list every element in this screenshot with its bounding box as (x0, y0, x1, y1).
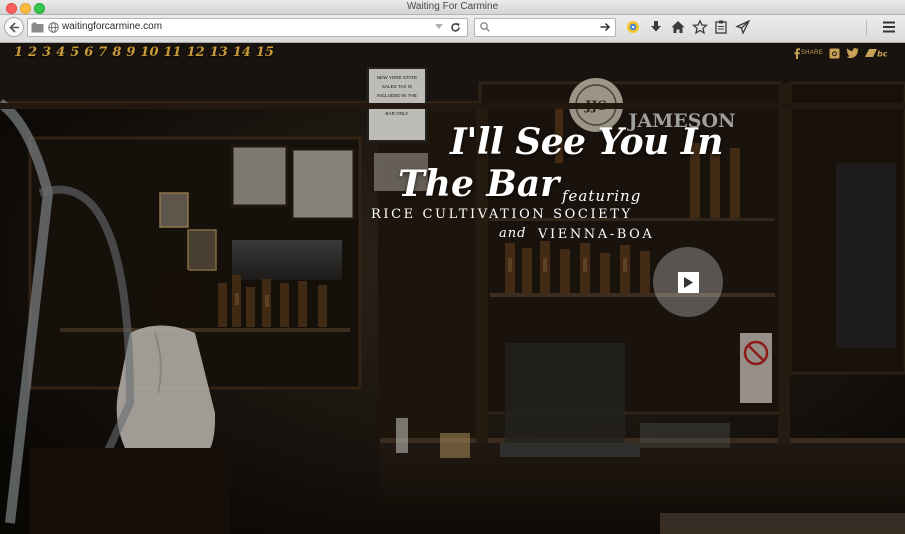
facebook-share-link[interactable]: SHARE (794, 47, 823, 59)
bandcamp-link[interactable]: bc (865, 48, 887, 58)
and-label: and (499, 226, 527, 241)
svg-text:bc: bc (877, 50, 887, 59)
search-go-arrow-icon[interactable] (600, 22, 611, 32)
chapter-link-9[interactable]: 9 (126, 45, 135, 63)
globe-icon[interactable] (48, 22, 59, 33)
play-video-button[interactable] (653, 247, 723, 317)
url-text[interactable]: waitingforcarmine.com (62, 21, 162, 32)
headline-title-line-2: The Bar (398, 163, 560, 205)
window-title: Waiting For Carmine (406, 1, 499, 12)
chapter-link-11[interactable]: 11 (164, 45, 182, 63)
play-button-inner[interactable] (678, 272, 699, 293)
reading-list-icon[interactable] (713, 19, 729, 35)
chapter-link-5[interactable]: 5 (70, 45, 79, 63)
chapter-link-12[interactable]: 12 (187, 45, 205, 63)
chapter-link-8[interactable]: 8 (112, 45, 121, 63)
chapter-link-10[interactable]: 10 (140, 45, 158, 63)
twitter-link[interactable] (846, 48, 859, 58)
chapter-link-15[interactable]: 15 (256, 45, 274, 63)
bookmark-star-icon[interactable] (692, 19, 708, 35)
search-bar[interactable] (474, 18, 616, 37)
window-titlebar: Waiting For Carmine (0, 0, 905, 15)
reload-icon[interactable] (450, 22, 461, 33)
bar-background-image: NEW YORK STATESALES TAX IS INCLUDED IN T… (0, 43, 905, 534)
featuring-label: featuring (562, 187, 642, 205)
back-arrow-icon (9, 22, 19, 33)
search-input[interactable] (493, 20, 597, 36)
downloads-icon[interactable] (648, 19, 664, 35)
artist-name-2: VIENNA-BOA (538, 227, 655, 242)
page-content: NEW YORK STATE SALES TAX IS INCLUDED IN T… (0, 43, 905, 534)
chapter-link-4[interactable]: 4 (56, 45, 65, 63)
share-label: SHARE (800, 50, 823, 56)
twitter-icon (846, 48, 859, 58)
chapter-link-3[interactable]: 3 (42, 45, 51, 63)
back-button[interactable] (4, 17, 24, 37)
hamburger-menu-icon[interactable] (881, 19, 897, 35)
artist-name-1: RICE CULTIVATION SOCIETY (371, 207, 633, 222)
instagram-link[interactable] (829, 48, 840, 59)
instagram-icon (829, 48, 840, 58)
chapter-link-14[interactable]: 14 (233, 45, 251, 63)
address-bar[interactable]: waitingforcarmine.com (27, 18, 468, 37)
chapter-nav: 1 2 3 4 5 6 7 8 9 10 11 12 13 14 15 (14, 45, 274, 63)
bandcamp-icon: bc (865, 49, 887, 59)
chapter-link-7[interactable]: 7 (98, 45, 107, 63)
tab-groups-icon[interactable] (31, 22, 44, 33)
chapter-link-2[interactable]: 2 (28, 45, 37, 63)
home-icon[interactable] (670, 19, 686, 35)
browser-toolbar: waitingforcarmine.com (0, 15, 905, 43)
social-links: SHARE bc (794, 46, 887, 60)
url-history-dropdown-icon[interactable] (435, 24, 443, 30)
search-icon (480, 22, 490, 32)
chapter-link-13[interactable]: 13 (210, 45, 228, 63)
chapter-link-1[interactable]: 1 (14, 45, 23, 63)
toolbar-separator (866, 20, 867, 36)
extension-icon[interactable] (625, 19, 641, 35)
send-tab-icon[interactable] (735, 19, 751, 35)
chapter-link-6[interactable]: 6 (84, 45, 93, 63)
headline-title-line-1: I'll See You In (450, 121, 723, 163)
play-icon (684, 277, 693, 288)
facebook-icon (794, 47, 800, 59)
